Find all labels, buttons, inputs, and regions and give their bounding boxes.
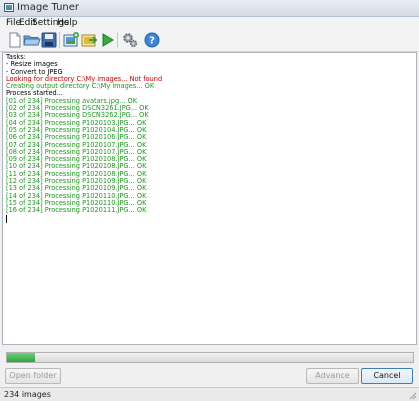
menu-help[interactable]: Help bbox=[57, 18, 78, 28]
help-icon[interactable]: ? bbox=[143, 31, 161, 49]
log-line: - Resize images bbox=[6, 60, 58, 69]
new-file-icon[interactable] bbox=[6, 31, 24, 49]
add-images-icon[interactable] bbox=[62, 31, 80, 49]
open-folder-button[interactable]: Open folder bbox=[5, 368, 61, 384]
settings-gears-icon[interactable] bbox=[121, 31, 139, 49]
resize-grip-icon[interactable] bbox=[408, 391, 417, 400]
progress-bar bbox=[6, 352, 414, 363]
toolbar-separator bbox=[117, 32, 118, 48]
status-bar: 234 images bbox=[0, 387, 419, 401]
image-count: 234 images bbox=[4, 390, 51, 399]
title-bar: Image Tuner bbox=[0, 0, 419, 17]
menu-bar: File Edit Settings Help bbox=[0, 17, 419, 29]
svg-text:?: ? bbox=[149, 36, 155, 47]
window-title: Image Tuner bbox=[17, 2, 80, 13]
run-icon[interactable] bbox=[98, 31, 116, 49]
log-line: Tasks: bbox=[6, 53, 26, 61]
toolbar-separator bbox=[59, 32, 60, 48]
log-line: Creating output directory C:\My images..… bbox=[6, 82, 155, 91]
text-caret bbox=[6, 214, 7, 223]
save-icon[interactable] bbox=[40, 31, 58, 49]
progress-fill bbox=[7, 353, 35, 362]
toolbar: ? bbox=[0, 29, 419, 52]
export-icon[interactable] bbox=[80, 31, 98, 49]
app-icon bbox=[4, 3, 14, 12]
log-line: [16 of 234] Processing P1020111.JPG... O… bbox=[6, 206, 147, 215]
cancel-button[interactable]: Cancel bbox=[361, 368, 413, 384]
advance-button[interactable]: Advance bbox=[306, 368, 359, 384]
log-output[interactable]: Tasks: - Resize images - Convert to JPEG… bbox=[2, 52, 417, 345]
open-folder-icon[interactable] bbox=[23, 31, 41, 49]
